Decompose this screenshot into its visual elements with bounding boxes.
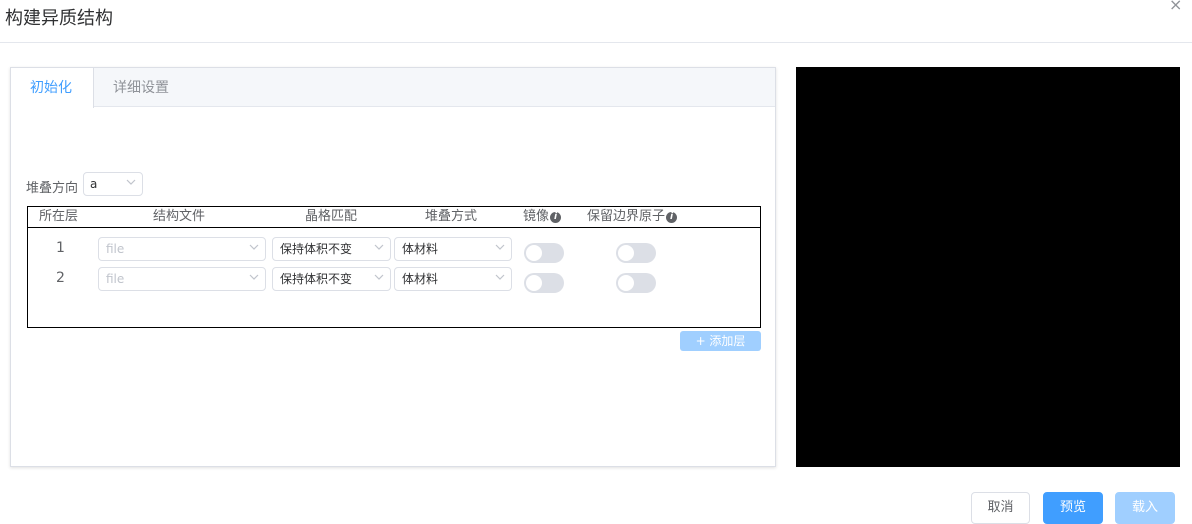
lattice-match-select[interactable]: 保持体积不变 bbox=[272, 267, 391, 291]
stack-direction-select[interactable]: a bbox=[83, 172, 143, 196]
chevron-down-icon bbox=[249, 273, 259, 281]
header-layer: 所在层 bbox=[39, 209, 79, 224]
lattice-match-value: 保持体积不变 bbox=[280, 242, 353, 256]
row-layer-number: 1 bbox=[56, 240, 65, 256]
chevron-down-icon bbox=[374, 243, 384, 251]
dialog-title: 构建异质结构 bbox=[5, 8, 113, 29]
stack-direction-label: 堆叠方向 bbox=[26, 181, 79, 196]
switch-knob bbox=[618, 275, 634, 291]
header-mirror-label: 镜像 bbox=[523, 209, 550, 224]
close-icon[interactable]: × bbox=[1169, 0, 1182, 13]
file-placeholder: file bbox=[106, 242, 125, 256]
mirror-switch[interactable] bbox=[524, 243, 564, 263]
stack-mode-value: 体材料 bbox=[402, 242, 439, 256]
header-stack-mode: 堆叠方式 bbox=[425, 209, 478, 224]
tab-detail-settings[interactable]: 详细设置 bbox=[94, 68, 188, 108]
switch-knob bbox=[526, 245, 542, 261]
lattice-match-select[interactable]: 保持体积不变 bbox=[272, 237, 391, 261]
lattice-match-value: 保持体积不变 bbox=[280, 272, 353, 286]
tab-card: 初始化 详细设置 堆叠方向 a 所在层 结构文件 晶格匹配 堆叠方式 镜像 i 保… bbox=[10, 67, 776, 467]
preview-button[interactable]: 预览 bbox=[1043, 492, 1103, 524]
keep-boundary-atoms-switch[interactable] bbox=[616, 273, 656, 293]
chevron-down-icon bbox=[374, 273, 384, 281]
chevron-down-icon bbox=[495, 243, 505, 251]
file-placeholder: file bbox=[106, 272, 125, 286]
load-button[interactable]: 载入 bbox=[1115, 492, 1175, 524]
switch-knob bbox=[526, 275, 542, 291]
structure-file-select[interactable]: file bbox=[98, 267, 266, 291]
tab-init[interactable]: 初始化 bbox=[11, 68, 94, 108]
chevron-down-icon bbox=[126, 178, 136, 186]
stack-mode-select[interactable]: 体材料 bbox=[394, 237, 512, 261]
info-icon[interactable]: i bbox=[550, 212, 562, 223]
chevron-down-icon bbox=[495, 273, 505, 281]
structure-file-select[interactable]: file bbox=[98, 237, 266, 261]
stack-mode-select[interactable]: 体材料 bbox=[394, 267, 512, 291]
mirror-switch[interactable] bbox=[524, 273, 564, 293]
info-icon[interactable]: i bbox=[666, 212, 678, 223]
header-structure-file: 结构文件 bbox=[153, 209, 206, 224]
stack-direction-value: a bbox=[90, 177, 98, 191]
header-divider bbox=[0, 42, 1192, 43]
header-mirror: 镜像 i bbox=[523, 207, 562, 227]
header-keep-boundary-label: 保留边界原子 bbox=[587, 209, 666, 224]
cancel-button[interactable]: 取消 bbox=[971, 492, 1030, 524]
add-layer-button[interactable]: + 添加层 bbox=[680, 331, 761, 351]
header-keep-boundary-atoms: 保留边界原子 i bbox=[587, 207, 678, 227]
structure-preview-canvas[interactable] bbox=[796, 67, 1180, 467]
row-layer-number: 2 bbox=[56, 270, 65, 286]
layer-table: 所在层 结构文件 晶格匹配 堆叠方式 镜像 i 保留边界原子 i 1 file 保持… bbox=[27, 206, 761, 328]
switch-knob bbox=[618, 245, 634, 261]
stack-mode-value: 体材料 bbox=[402, 272, 439, 286]
header-lattice-match: 晶格匹配 bbox=[305, 209, 358, 224]
keep-boundary-atoms-switch[interactable] bbox=[616, 243, 656, 263]
table-header-divider bbox=[28, 227, 760, 228]
chevron-down-icon bbox=[249, 243, 259, 251]
